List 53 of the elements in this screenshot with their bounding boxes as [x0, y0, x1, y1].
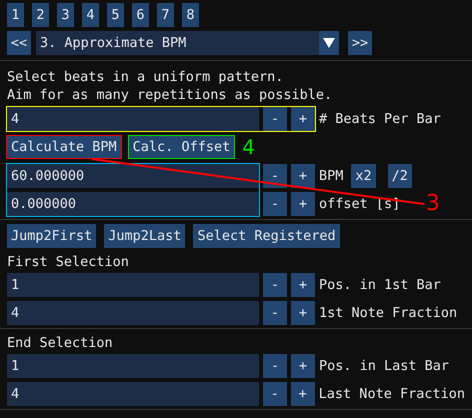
field-label: BPM	[319, 168, 344, 184]
scale-button[interactable]: /2	[388, 164, 412, 188]
field-label: Pos. in 1st Bar	[319, 277, 441, 293]
decrement-button[interactable]: -	[263, 107, 287, 131]
jump-button[interactable]: Select Registered	[193, 224, 340, 248]
field-label: 1st Note Fraction	[319, 305, 458, 321]
next-button[interactable]: >>	[348, 31, 372, 55]
number-field[interactable]: 1	[7, 273, 259, 297]
increment-button[interactable]: +	[291, 192, 315, 216]
increment-button[interactable]: +	[291, 354, 315, 378]
increment-button[interactable]: +	[291, 273, 315, 297]
decrement-button[interactable]: -	[263, 164, 287, 188]
step-button[interactable]: 8	[182, 3, 199, 27]
decrement-button[interactable]: -	[263, 301, 287, 325]
calculate-button[interactable]: Calculate BPM	[6, 135, 122, 159]
instruction-text: Aim for as many repetitions as possible.	[7, 86, 334, 104]
step-button[interactable]: 2	[32, 3, 49, 27]
number-field[interactable]: 60.000000	[7, 164, 259, 188]
step-button[interactable]: 7	[157, 3, 174, 27]
increment-button[interactable]: +	[291, 107, 315, 131]
section-title: First Selection	[7, 253, 130, 272]
instruction-text: Select beats in a uniform pattern.	[7, 68, 284, 86]
increment-button[interactable]: +	[291, 301, 315, 325]
field-label: # Beats Per Bar	[319, 111, 441, 127]
number-field[interactable]: 1	[7, 354, 259, 378]
field-label: Pos. in Last Bar	[319, 358, 450, 374]
decrement-button[interactable]: -	[262, 382, 287, 406]
number-field[interactable]: 0.000000	[7, 192, 259, 216]
decrement-button[interactable]: -	[263, 192, 287, 216]
step-button[interactable]: 5	[107, 3, 124, 27]
previous-button[interactable]: <<	[7, 31, 31, 55]
decrement-button[interactable]: -	[263, 354, 287, 378]
step-button[interactable]: 6	[132, 3, 149, 27]
step-button[interactable]: 4	[82, 3, 99, 27]
number-field[interactable]: 4	[7, 301, 259, 325]
annotation-label: 4	[242, 137, 255, 157]
calculate-button[interactable]: Calc. Offset	[128, 135, 236, 159]
scale-button[interactable]: x2	[351, 164, 376, 188]
step-dropdown[interactable]: 3. Approximate BPM	[36, 31, 339, 55]
section-title: End Selection	[7, 334, 114, 353]
decrement-button[interactable]: -	[263, 273, 287, 297]
jump-button[interactable]: Jump2Last	[104, 224, 186, 248]
number-field[interactable]: 4	[7, 107, 259, 131]
step-button[interactable]: 1	[7, 3, 24, 27]
annotation-label: 3	[426, 193, 440, 215]
field-label: Last Note Fraction	[318, 386, 465, 402]
dropdown-arrow-icon	[323, 38, 335, 48]
step-button[interactable]: 3	[57, 3, 74, 27]
increment-button[interactable]: +	[290, 382, 315, 406]
number-field[interactable]: 4	[7, 382, 259, 406]
jump-button[interactable]: Jump2First	[7, 224, 96, 248]
increment-button[interactable]: +	[291, 164, 315, 188]
dropdown-value: 3. Approximate BPM	[40, 35, 186, 51]
